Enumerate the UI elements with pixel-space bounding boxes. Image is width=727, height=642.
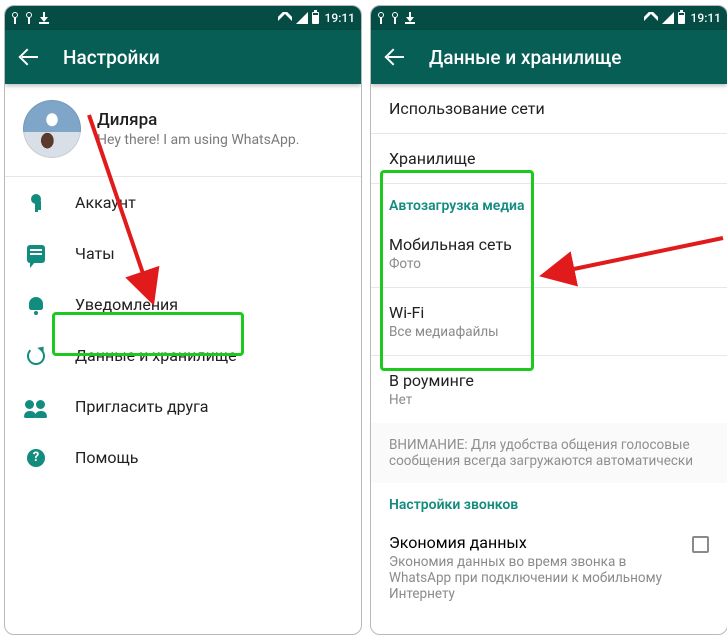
profile-name: Диляра: [97, 110, 299, 130]
download-icon: [39, 12, 49, 24]
phone-settings: 19:11 Настройки Диляра Hey there! I am u…: [4, 5, 362, 635]
people-icon: [25, 398, 47, 416]
row-storage[interactable]: Хранилище: [371, 134, 727, 183]
row-roaming[interactable]: В роуминге Нет: [371, 356, 727, 423]
clock: 19:11: [691, 11, 721, 25]
autodownload-notice: ВНИМАНИЕ: Для удобства общения голосовые…: [371, 423, 727, 483]
settings-item-notifications[interactable]: Уведомления: [5, 279, 361, 330]
row-wifi[interactable]: Wi-Fi Все медиафайлы: [371, 288, 727, 355]
battery-icon: [678, 12, 685, 24]
settings-item-label: Данные и хранилище: [75, 346, 237, 365]
screen-title: Данные и хранилище: [429, 46, 622, 69]
row-network-usage[interactable]: Использование сети: [371, 84, 727, 133]
app-bar: Настройки: [5, 30, 361, 84]
section-calls: Настройки звонков: [371, 483, 727, 519]
signal-icon: [296, 12, 308, 24]
settings-item-invite[interactable]: Пригласить друга: [5, 381, 361, 432]
key-icon: [31, 194, 41, 212]
phone-data-storage: 19:11 Данные и хранилище Использование с…: [370, 5, 727, 635]
settings-item-label: Помощь: [75, 448, 138, 467]
vpn-key-icon: [377, 12, 385, 24]
status-bar: 19:11: [371, 6, 727, 30]
app-bar: Данные и хранилище: [371, 30, 727, 84]
row-subtitle: Экономия данных во время звонка в WhatsA…: [389, 554, 682, 602]
row-subtitle: Все медиафайлы: [389, 324, 709, 340]
profile-status: Hey there! I am using WhatsApp.: [97, 132, 299, 148]
settings-item-label: Чаты: [75, 244, 115, 263]
row-low-data[interactable]: Экономия данных Экономия данных во время…: [371, 519, 727, 622]
settings-item-label: Пригласить друга: [75, 397, 209, 416]
chat-icon: [27, 245, 45, 263]
settings-item-account[interactable]: Аккаунт: [5, 177, 361, 228]
profile-row[interactable]: Диляра Hey there! I am using WhatsApp.: [5, 84, 361, 176]
back-icon[interactable]: [385, 47, 405, 67]
vpn-key-icon: [391, 12, 399, 24]
row-title: Использование сети: [389, 99, 709, 118]
battery-icon: [312, 12, 319, 24]
settings-item-help[interactable]: Помощь: [5, 432, 361, 483]
bell-icon: [27, 296, 45, 314]
wifi-icon: [644, 12, 658, 24]
vpn-key-icon: [11, 12, 19, 24]
vpn-key-icon: [25, 12, 33, 24]
settings-item-data[interactable]: Данные и хранилище: [5, 330, 361, 381]
row-title: Хранилище: [389, 149, 709, 168]
screen-title: Настройки: [63, 46, 160, 69]
signal-icon: [662, 12, 674, 24]
checkbox-unchecked[interactable]: [692, 536, 709, 553]
help-icon: [27, 449, 45, 467]
section-autodownload: Автозагрузка медиа: [371, 184, 727, 220]
settings-item-label: Уведомления: [75, 295, 178, 314]
settings-item-chats[interactable]: Чаты: [5, 228, 361, 279]
row-mobile-data[interactable]: Мобильная сеть Фото: [371, 220, 727, 287]
tutorial-canvas: 19:11 Настройки Диляра Hey there! I am u…: [0, 0, 727, 642]
row-title: Экономия данных: [389, 533, 682, 552]
avatar: [23, 100, 81, 158]
row-title: Wi-Fi: [389, 303, 709, 322]
row-title: Мобильная сеть: [389, 235, 709, 254]
row-title: В роуминге: [389, 371, 709, 390]
wifi-icon: [278, 12, 292, 24]
status-bar: 19:11: [5, 6, 361, 30]
row-subtitle: Фото: [389, 256, 709, 272]
back-icon[interactable]: [19, 47, 39, 67]
clock: 19:11: [325, 11, 355, 25]
settings-item-label: Аккаунт: [75, 193, 136, 212]
row-subtitle: Нет: [389, 392, 709, 408]
download-icon: [405, 12, 415, 24]
data-usage-icon: [27, 347, 45, 365]
